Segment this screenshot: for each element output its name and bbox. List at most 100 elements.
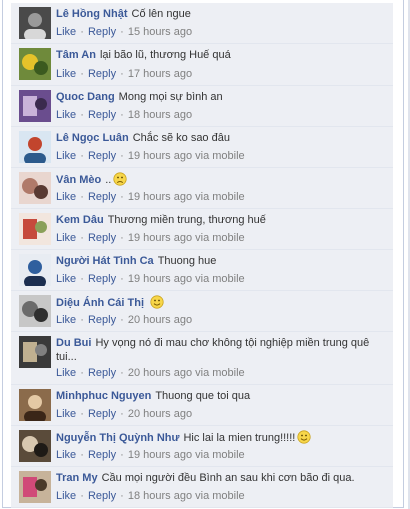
separator-dot: · (77, 490, 87, 502)
commenter-name[interactable]: Lê Hồng Nhật (56, 8, 128, 20)
like-link[interactable]: Like (56, 232, 76, 244)
comment-item: Vân Mèo.. Like · Reply · 19 hours ago via… (11, 168, 393, 209)
separator-dot: · (117, 449, 127, 461)
like-link[interactable]: Like (56, 273, 76, 285)
reply-link[interactable]: Reply (88, 26, 116, 38)
avatar-image (19, 131, 51, 163)
commenter-name[interactable]: Tran My (56, 472, 98, 484)
like-link[interactable]: Like (56, 408, 76, 420)
reply-link[interactable]: Reply (88, 232, 116, 244)
reply-link[interactable]: Reply (88, 109, 116, 121)
avatar[interactable] (19, 172, 51, 204)
reply-link[interactable]: Reply (88, 408, 116, 420)
separator-dot: · (117, 68, 127, 80)
like-link[interactable]: Like (56, 367, 76, 379)
avatar-image (19, 7, 51, 39)
like-link[interactable]: Like (56, 191, 76, 203)
comment-item: Người Hát Tình Ca Thuong hue Like · Reply … (11, 250, 393, 291)
reply-link[interactable]: Reply (88, 273, 116, 285)
commenter-name[interactable]: Kem Dâu (56, 214, 104, 226)
timestamp[interactable]: 15 hours ago (128, 26, 192, 38)
like-link[interactable]: Like (56, 490, 76, 502)
timestamp[interactable]: 19 hours ago (128, 150, 192, 162)
avatar[interactable] (19, 389, 51, 421)
separator-dot: · (77, 26, 87, 38)
via-mobile: via mobile (195, 490, 245, 502)
avatar-image (19, 254, 51, 286)
reply-link[interactable]: Reply (88, 191, 116, 203)
like-link[interactable]: Like (56, 314, 76, 326)
comment-meta: Like · Reply · 20 hours ago via mobile (56, 366, 245, 380)
separator-dot: · (77, 449, 87, 461)
commenter-name[interactable]: Minhphuc Nguyen (56, 390, 151, 402)
avatar[interactable] (19, 131, 51, 163)
comment-text: Thuong hue (157, 255, 217, 267)
timestamp[interactable]: 20 hours ago (128, 408, 192, 420)
separator-dot: · (77, 232, 87, 244)
comment-item: Tâm An lại bão lũ, thương Huế quá Like · R… (11, 44, 393, 86)
timestamp[interactable]: 18 hours ago (128, 109, 192, 121)
avatar[interactable] (19, 430, 51, 462)
separator-dot: · (117, 273, 127, 285)
comment-meta: Like · Reply · 18 hours ago (56, 108, 192, 122)
like-link[interactable]: Like (56, 449, 76, 461)
avatar[interactable] (19, 48, 51, 80)
like-link[interactable]: Like (56, 68, 76, 80)
avatar[interactable] (19, 213, 51, 245)
commenter-name[interactable]: Quoc Dang (56, 91, 115, 103)
separator-dot: · (77, 109, 87, 121)
via-mobile: via mobile (195, 367, 245, 379)
avatar-image (19, 336, 51, 368)
reply-link[interactable]: Reply (88, 150, 116, 162)
avatar[interactable] (19, 471, 51, 503)
frown-emoticon (113, 172, 127, 186)
timestamp[interactable]: 19 hours ago (128, 273, 192, 285)
avatar-image (19, 430, 51, 462)
comment-meta: Like · Reply · 15 hours ago (56, 25, 192, 39)
timestamp[interactable]: 20 hours ago (128, 367, 192, 379)
timestamp[interactable]: 18 hours ago (128, 490, 192, 502)
reply-link[interactable]: Reply (88, 314, 116, 326)
commenter-name[interactable]: Người Hát Tình Ca (56, 255, 154, 267)
commenter-name[interactable]: Nguyễn Thị Quỳnh Như (56, 432, 179, 444)
avatar-image (19, 471, 51, 503)
commenter-name[interactable]: Lê Ngọc Luân (56, 132, 129, 144)
timestamp[interactable]: 19 hours ago (128, 191, 192, 203)
smile-emoticon (297, 430, 311, 444)
comment-meta: Like · Reply · 18 hours ago via mobile (56, 489, 245, 503)
avatar[interactable] (19, 7, 51, 39)
avatar[interactable] (19, 90, 51, 122)
comment-item: Diệu Ánh Cái Thị Like · Reply · 20 hours … (11, 291, 393, 332)
smile-emoticon (150, 295, 164, 309)
separator-dot: · (117, 232, 127, 244)
avatar-image (19, 90, 51, 122)
commenter-name[interactable]: Diệu Ánh Cái Thị (56, 297, 144, 309)
comment-text: .. (105, 174, 112, 186)
reply-link[interactable]: Reply (88, 449, 116, 461)
avatar[interactable] (19, 295, 51, 327)
separator-dot: · (117, 314, 127, 326)
commenter-name[interactable]: Du Bui (56, 337, 91, 349)
commenter-name[interactable]: Vân Mèo (56, 174, 101, 186)
separator-dot: · (77, 273, 87, 285)
commenter-name[interactable]: Tâm An (56, 49, 96, 61)
comment-text: Hy vọng nó đi mau chơ không tội nghiệp m… (56, 337, 370, 363)
like-link[interactable]: Like (56, 150, 76, 162)
avatar-image (19, 172, 51, 204)
timestamp[interactable]: 17 hours ago (128, 68, 192, 80)
reply-link[interactable]: Reply (88, 367, 116, 379)
via-mobile: via mobile (195, 449, 245, 461)
timestamp[interactable]: 20 hours ago (128, 314, 192, 326)
avatar[interactable] (19, 336, 51, 368)
reply-link[interactable]: Reply (88, 490, 116, 502)
comments-panel: Lê Hồng Nhật Cố lên ngue Like · Reply · 15… (2, 0, 404, 508)
avatar[interactable] (19, 254, 51, 286)
timestamp[interactable]: 19 hours ago (128, 449, 192, 461)
via-mobile: via mobile (195, 191, 245, 203)
timestamp[interactable]: 19 hours ago (128, 232, 192, 244)
like-link[interactable]: Like (56, 26, 76, 38)
like-link[interactable]: Like (56, 109, 76, 121)
reply-link[interactable]: Reply (88, 68, 116, 80)
separator-dot: · (117, 490, 127, 502)
comment-text: Cố lên ngue (131, 8, 191, 20)
